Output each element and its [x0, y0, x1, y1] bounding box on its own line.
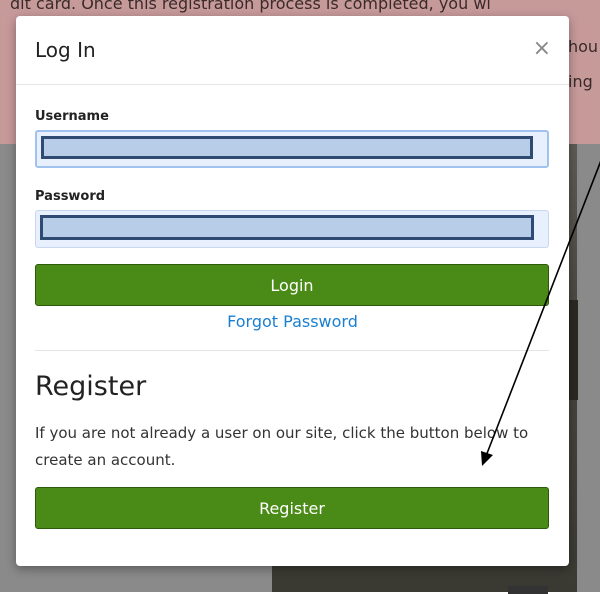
modal-header: Log In ×: [16, 16, 569, 85]
username-input[interactable]: [37, 132, 547, 166]
username-label: Username: [35, 109, 109, 124]
login-button[interactable]: Login: [35, 264, 549, 306]
background-text-line: dit card. Once this registration process…: [10, 0, 491, 13]
background-button: [508, 586, 548, 594]
divider: [35, 350, 549, 351]
register-heading: Register: [35, 371, 147, 402]
register-description: If you are not already a user on our sit…: [35, 424, 529, 469]
register-button[interactable]: Register: [35, 487, 549, 529]
username-field-wrapper: [35, 130, 549, 168]
background-text-line: ing: [568, 72, 593, 91]
login-modal: Log In × Username Password Login Forgot …: [16, 16, 569, 566]
password-label: Password: [35, 189, 106, 204]
close-icon[interactable]: ×: [533, 36, 551, 61]
modal-title: Log In: [35, 38, 96, 62]
forgot-password-link[interactable]: Forgot Password: [16, 312, 569, 331]
background-text-line: hou: [568, 37, 599, 56]
password-field-wrapper: [35, 210, 549, 248]
password-input[interactable]: [36, 211, 548, 247]
